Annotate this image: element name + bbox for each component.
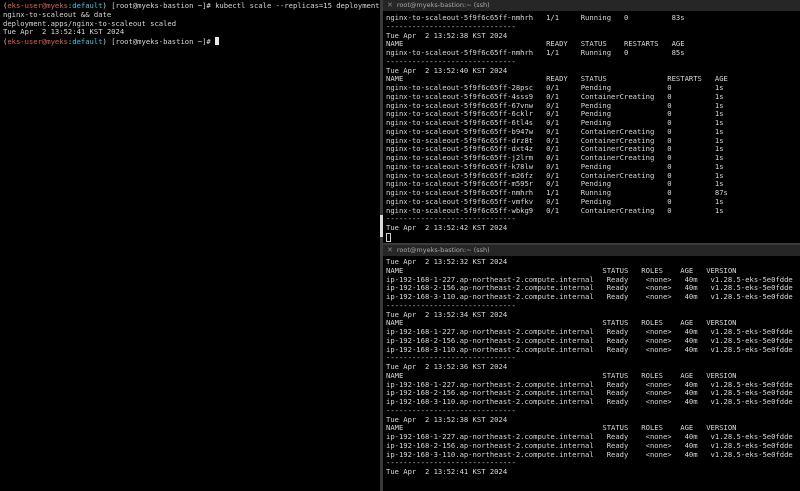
prompt-user: eks-user@myeks [7,1,68,10]
cursor-line [386,232,798,242]
left-terminal-pane[interactable]: (eks-user@myeks:default) [root@myeks-bas… [0,0,380,491]
pods-pane-title: root@myeks-bastion:~ (ssh) [396,1,490,9]
pods-pane-tab[interactable]: ✕ root@myeks-bastion:~ (ssh) [383,0,800,11]
close-icon[interactable]: ✕ [387,245,393,256]
terminal-line: Tue Apr 2 13:52:41 KST 2024 [386,467,508,476]
output-line-2: Tue Apr 2 13:52:41 KST 2024 [3,27,125,37]
pods-watch-pane[interactable]: ✕ root@myeks-bastion:~ (ssh) nginx-to-sc… [383,0,800,244]
nodes-watch-output: Tue Apr 2 13:52:32 KST 2024 NAME STATUS R… [383,256,800,477]
left-terminal-output: (eks-user@myeks:default) [root@myeks-bas… [0,0,380,46]
terminal-cursor [386,232,391,242]
pods-watch-output: nginx-to-scaleout-5f9f6c65ff-nmhrh 1/1 R… [383,11,800,242]
prompt-host: [root@myeks-bastion ~]# [106,1,216,10]
nodes-watch-pane[interactable]: ✕ root@myeks-bastion:~ (ssh) Tue Apr 2 1… [383,245,800,491]
prompt-host: [root@myeks-bastion ~]# [106,37,216,46]
nodes-pane-title: root@myeks-bastion:~ (ssh) [396,246,490,254]
terminal-cursor [215,37,220,45]
prompt-line-2: (eks-user@myeks:default) [root@myeks-bas… [3,37,378,46]
prompt-user: eks-user@myeks [7,37,68,46]
close-icon[interactable]: ✕ [387,0,393,11]
prompt-context: default [72,37,103,46]
nodes-pane-tab[interactable]: ✕ root@myeks-bastion:~ (ssh) [383,245,800,256]
prompt-context: default [72,1,103,10]
terminal-line: Tue Apr 2 13:52:42 KST 2024 [386,223,508,232]
command-text-1: kubectl scale --replicas=15 deployment/ [215,1,380,10]
